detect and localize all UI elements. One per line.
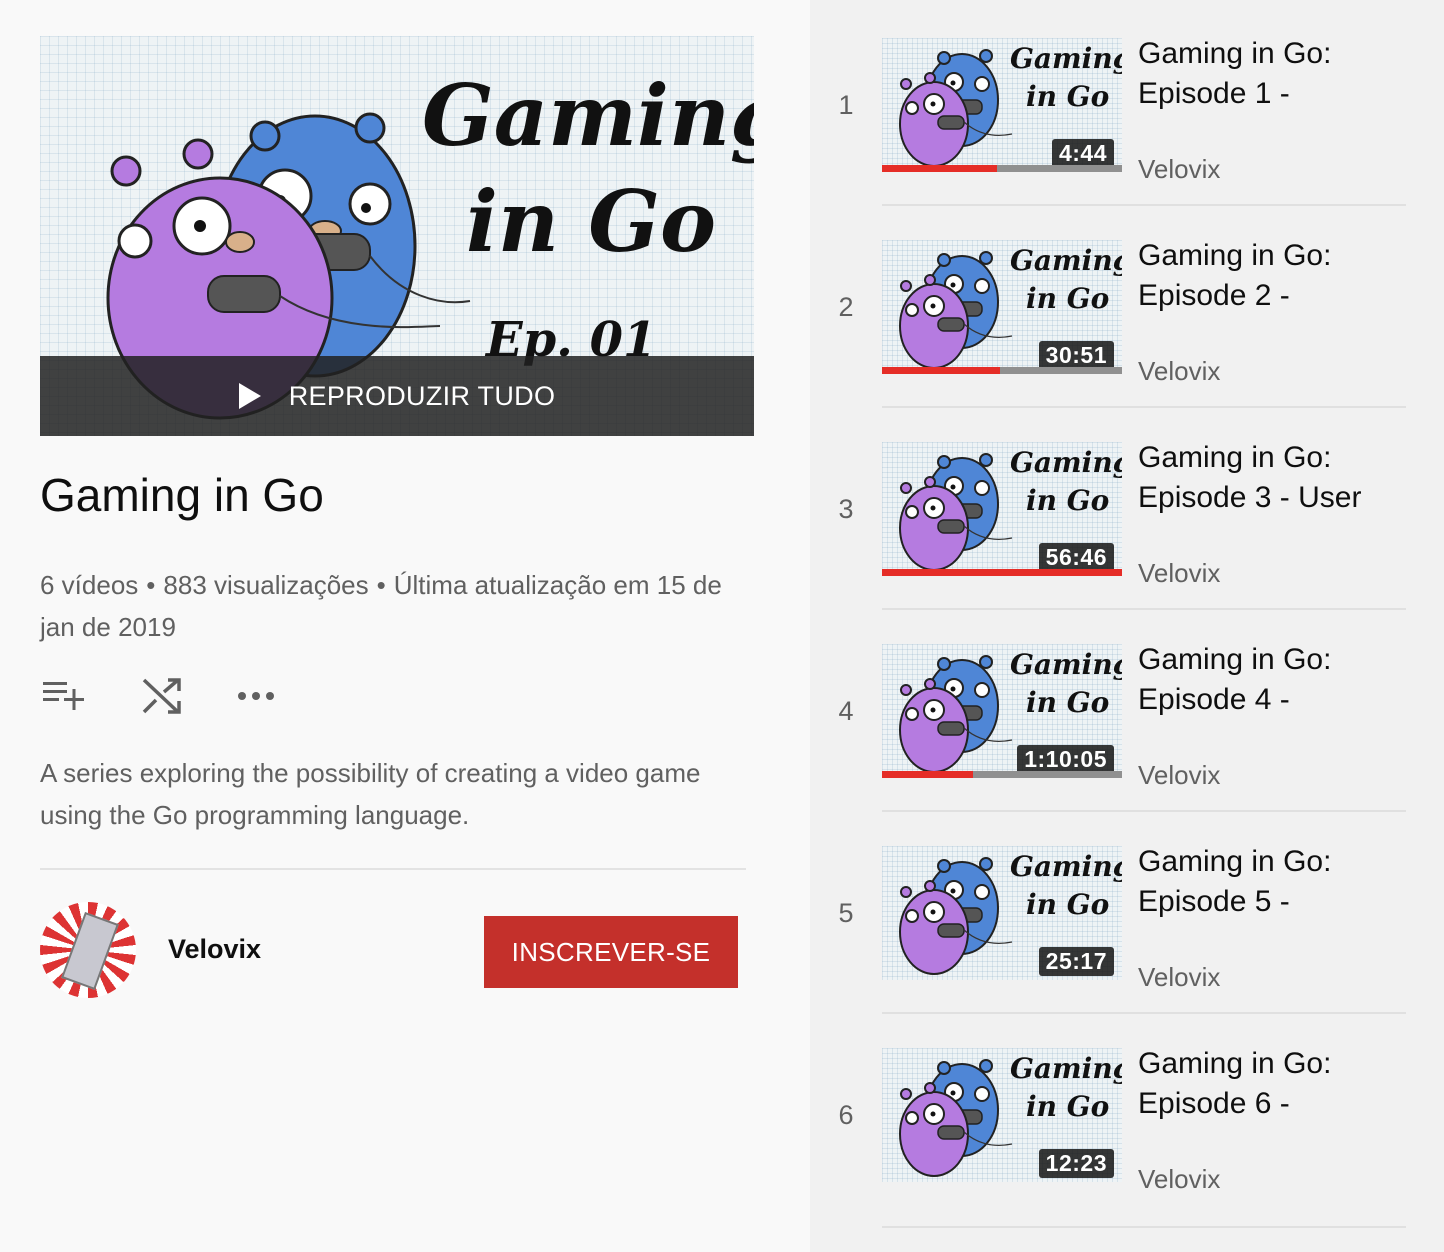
video-index: 3 xyxy=(838,494,854,524)
add-to-queue-icon[interactable] xyxy=(40,672,90,722)
channel-avatar[interactable] xyxy=(40,902,136,998)
thumbnail-title-line2: in Go xyxy=(1026,80,1110,113)
playlist-video-row[interactable]: 3 Gaming in Go 56:46 Gaming in Go: Episo… xyxy=(810,440,1444,642)
thumbnail-title-line1: Gaming xyxy=(1010,244,1122,277)
watch-progress-bar xyxy=(882,771,1122,778)
watch-progress-fill xyxy=(882,367,1000,374)
more-options-icon[interactable] xyxy=(234,672,284,722)
playlist-sidebar: Gaming in Go Ep. 01 REPRODUZIR TUDO Gami… xyxy=(0,0,810,1252)
thumbnail-title-line2: in Go xyxy=(1026,686,1110,719)
video-thumbnail[interactable]: Gaming in Go 56:46 xyxy=(882,442,1122,576)
watch-progress-fill xyxy=(882,771,974,778)
video-title[interactable]: Gaming in Go: Episode 2 - xyxy=(1138,236,1438,316)
video-thumbnail[interactable]: Gaming in Go 1:10:05 xyxy=(882,644,1122,778)
video-duration: 56:46 xyxy=(1038,543,1114,572)
watch-progress-bar xyxy=(882,569,1122,576)
video-channel[interactable]: Velovix xyxy=(1138,154,1220,185)
playlist-video-row[interactable]: 5 Gaming in Go 25:17 Gaming in Go: Episo… xyxy=(810,844,1444,1046)
thumbnail-title-line1: Gaming xyxy=(1010,42,1122,75)
video-channel[interactable]: Velovix xyxy=(1138,962,1220,993)
thumbnail-title-line2: in Go xyxy=(1026,888,1110,921)
row-divider xyxy=(882,406,1406,408)
video-duration: 1:10:05 xyxy=(1017,745,1114,774)
playlist-video-row[interactable]: 1 Gaming in Go 4:44 Gaming in Go: Episod… xyxy=(810,36,1444,238)
shuffle-icon[interactable] xyxy=(138,672,188,722)
play-all-button[interactable]: REPRODUZIR TUDO xyxy=(40,356,754,436)
watch-progress-bar xyxy=(882,165,1122,172)
row-divider xyxy=(882,810,1406,812)
hero-title-line1: Gaming xyxy=(422,66,754,165)
thumbnail-title-line2: in Go xyxy=(1026,282,1110,315)
thumbnail-title-line2: in Go xyxy=(1026,1090,1110,1123)
thumbnail-title-line2: in Go xyxy=(1026,484,1110,517)
video-thumbnail[interactable]: Gaming in Go 30:51 xyxy=(882,240,1122,374)
video-index: 1 xyxy=(838,90,854,120)
playlist-title: Gaming in Go xyxy=(40,469,324,521)
play-icon xyxy=(238,383,261,409)
playlist-video-row[interactable]: 6 Gaming in Go 12:23 Gaming in Go: Episo… xyxy=(810,1046,1444,1248)
thumbnail-title-line1: Gaming xyxy=(1010,446,1122,479)
playlist-stats: 6 vídeos • 883 visualizações • Última atuali… xyxy=(40,564,750,648)
video-count: 6 vídeos xyxy=(40,570,139,600)
stats-separator: • xyxy=(376,570,386,600)
video-index: 5 xyxy=(838,898,854,928)
video-duration: 12:23 xyxy=(1038,1149,1114,1178)
playlist-actions xyxy=(40,672,340,722)
video-duration: 4:44 xyxy=(1051,139,1114,168)
thumbnail-title-line1: Gaming xyxy=(1010,1052,1122,1085)
row-divider xyxy=(882,1226,1406,1228)
video-channel[interactable]: Velovix xyxy=(1138,356,1220,387)
video-thumbnail[interactable]: Gaming in Go 25:17 xyxy=(882,846,1122,980)
playlist-video-row[interactable]: 2 Gaming in Go 30:51 Gaming in Go: Episo… xyxy=(810,238,1444,440)
video-title[interactable]: Gaming in Go: Episode 4 - xyxy=(1138,640,1438,720)
view-count: 883 visualizações xyxy=(163,570,369,600)
playlist-thumbnail[interactable]: Gaming in Go Ep. 01 REPRODUZIR TUDO xyxy=(40,36,754,436)
video-index: 2 xyxy=(838,292,854,322)
playlist-video-row[interactable]: 4 Gaming in Go 1:10:05 Gaming in Go: Epi… xyxy=(810,642,1444,844)
video-thumbnail[interactable]: Gaming in Go 4:44 xyxy=(882,38,1122,172)
video-duration: 25:17 xyxy=(1038,947,1114,976)
hero-title-line2: in Go xyxy=(466,172,716,271)
video-title[interactable]: Gaming in Go: Episode 5 - xyxy=(1138,842,1438,922)
thumbnail-title-line1: Gaming xyxy=(1010,648,1122,681)
watch-progress-fill xyxy=(882,165,998,172)
video-index: 6 xyxy=(838,1100,854,1130)
video-title[interactable]: Gaming in Go: Episode 1 - xyxy=(1138,34,1438,114)
video-channel[interactable]: Velovix xyxy=(1138,1164,1220,1195)
thumbnail-title-line1: Gaming xyxy=(1010,850,1122,883)
row-divider xyxy=(882,204,1406,206)
watch-progress-bar xyxy=(882,367,1122,374)
divider xyxy=(40,868,746,870)
video-channel[interactable]: Velovix xyxy=(1138,760,1220,791)
video-index: 4 xyxy=(838,696,854,726)
subscribe-button[interactable]: INSCREVER-SE xyxy=(484,916,738,988)
stats-separator: • xyxy=(146,570,156,600)
avatar-figure xyxy=(61,911,119,991)
video-duration: 30:51 xyxy=(1038,341,1114,370)
video-thumbnail[interactable]: Gaming in Go 12:23 xyxy=(882,1048,1122,1182)
watch-progress-fill xyxy=(882,569,1122,576)
playlist-video-list: 1 Gaming in Go 4:44 Gaming in Go: Episod… xyxy=(810,0,1444,1252)
row-divider xyxy=(882,1012,1406,1014)
video-channel[interactable]: Velovix xyxy=(1138,558,1220,589)
play-all-label: REPRODUZIR TUDO xyxy=(288,380,556,411)
video-title[interactable]: Gaming in Go: Episode 3 - User xyxy=(1138,438,1438,518)
channel-name[interactable]: Velovix xyxy=(168,934,261,965)
row-divider xyxy=(882,608,1406,610)
video-title[interactable]: Gaming in Go: Episode 6 - xyxy=(1138,1044,1438,1124)
playlist-description: A series exploring the possibility of cr… xyxy=(40,758,701,830)
